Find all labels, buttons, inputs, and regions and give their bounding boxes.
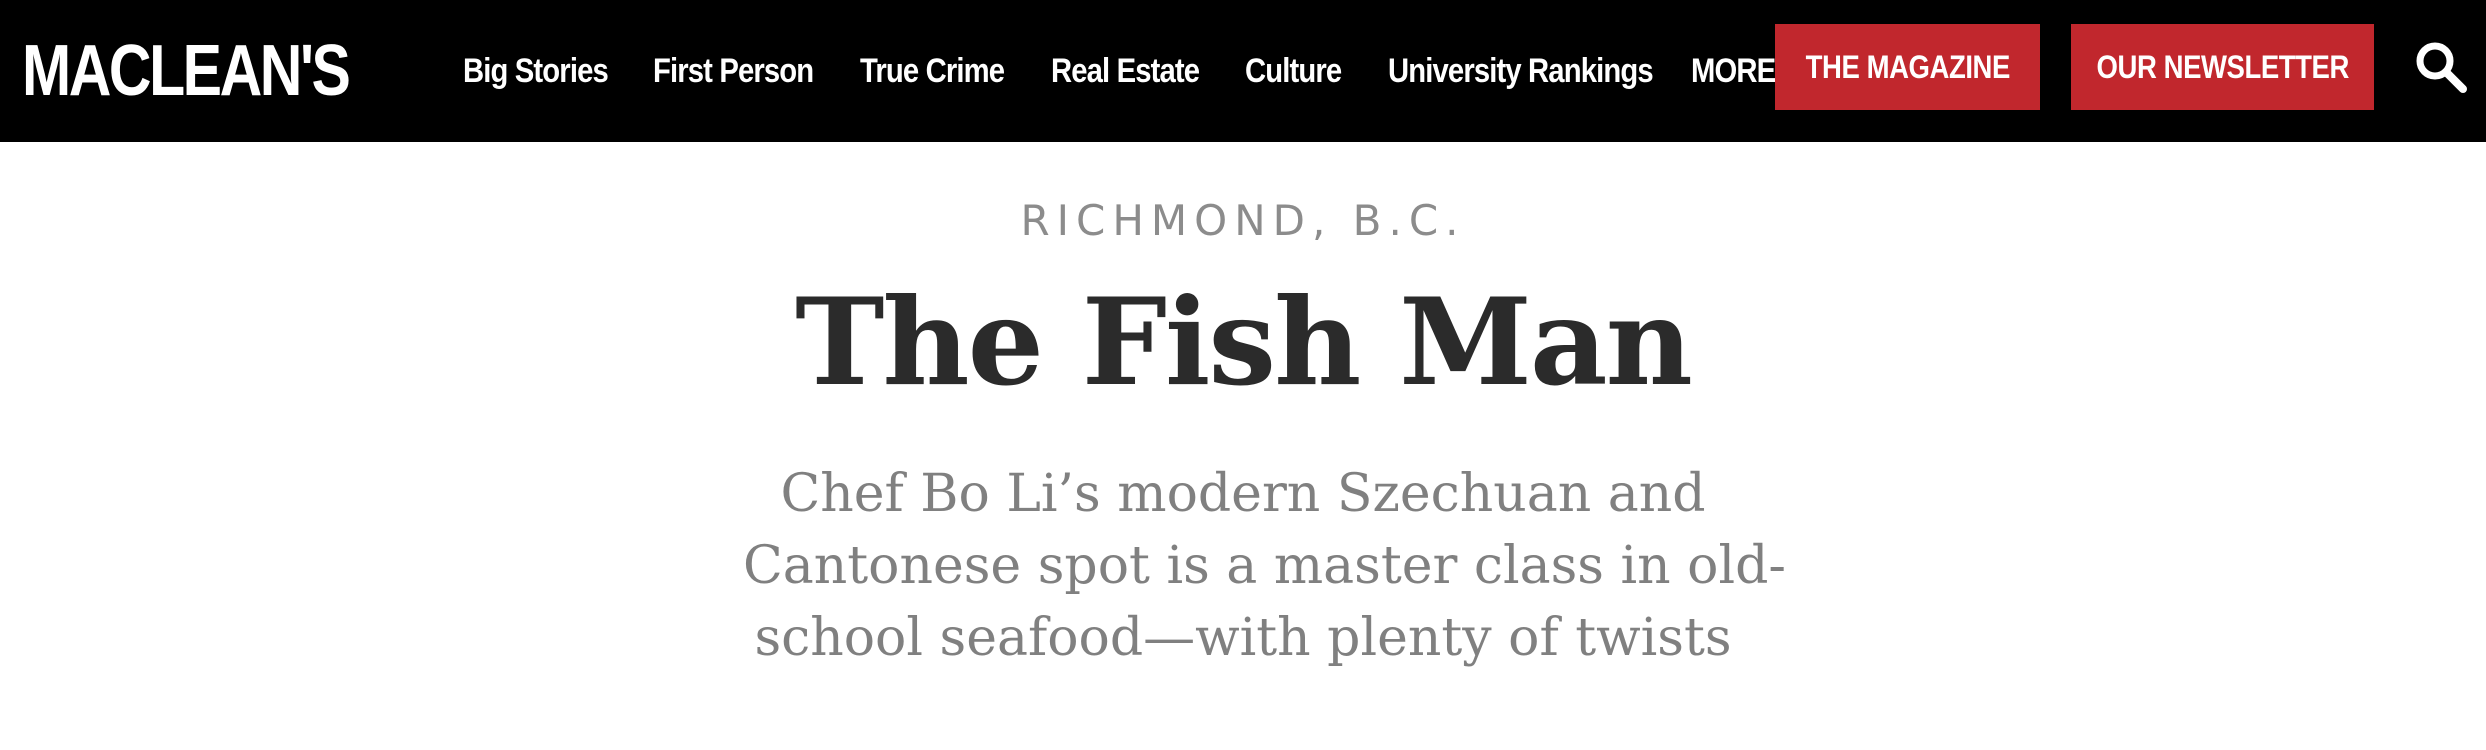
article-dek-line: Chef Bo Li’s modern Szechuan and [780, 464, 1706, 524]
site-logo[interactable]: MACLEAN'S [22, 26, 351, 116]
nav-link-true-crime[interactable]: True Crime [860, 44, 1005, 98]
search-icon[interactable] [2412, 38, 2470, 96]
the-magazine-button-label: THE MAGAZINE [1805, 48, 2010, 85]
the-magazine-button[interactable]: THE MAGAZINE [1775, 24, 2040, 110]
nav-link-university-rankings[interactable]: University Rankings [1388, 44, 1654, 98]
nav-link-real-estate[interactable]: Real Estate [1051, 44, 1200, 98]
article-dek-line: Cantonese spot is a master class in old- [743, 536, 1786, 596]
article-dek-line: school seafood—with plenty of twists [754, 608, 1732, 668]
nav-link-more[interactable]: MORE [1691, 44, 1776, 98]
article-kicker[interactable]: RICHMOND, B.C. [0, 196, 2486, 245]
article-title: The Fish Man [795, 272, 1693, 413]
our-newsletter-button[interactable]: OUR NEWSLETTER [2071, 24, 2374, 110]
article-dek: Chef Bo Li’s modern Szechuan and Cantone… [743, 458, 1786, 674]
nav-link-first-person[interactable]: First Person [653, 44, 814, 98]
nav-link-big-stories[interactable]: Big Stories [463, 44, 609, 98]
site-header: MACLEAN'S Big Stories First Person True … [0, 0, 2486, 142]
nav-link-culture[interactable]: Culture [1245, 44, 1342, 98]
our-newsletter-button-label: OUR NEWSLETTER [2096, 48, 2349, 85]
